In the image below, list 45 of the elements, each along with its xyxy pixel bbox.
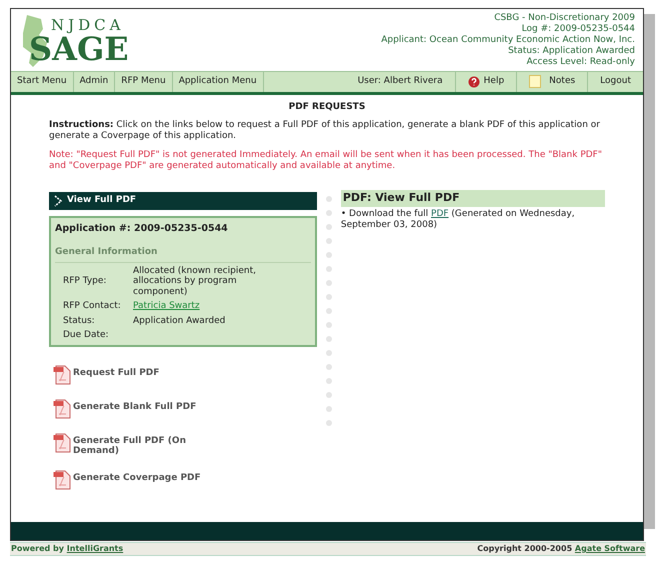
pdf-file-icon xyxy=(53,364,71,385)
user-label: User: Albert Rivera xyxy=(346,72,456,92)
header-info-text: CSBG - Non-Discretionary 2009 xyxy=(494,13,635,24)
logout-button[interactable]: Logout xyxy=(588,72,643,92)
header-info-text: Status: Application Awarded xyxy=(508,46,635,57)
header-info-text: Log #: 2009-05235-0544 xyxy=(522,24,635,35)
notes-button[interactable]: Notes xyxy=(517,72,588,92)
section-subtitle: General Information xyxy=(55,246,312,263)
pdf-action-link[interactable]: Generate Blank Full PDF xyxy=(53,398,203,419)
page-title: PDF REQUESTS xyxy=(288,100,366,114)
header-info-text: Applicant: Ocean Community Economic Action Now, Inc. xyxy=(381,35,635,46)
nav-menu-item[interactable]: RFP Menu xyxy=(115,72,173,92)
nav-menu-item[interactable]: Admin xyxy=(74,72,116,92)
logo-text: SAGE xyxy=(29,32,129,64)
agate-link[interactable]: Agate Software xyxy=(574,544,645,553)
pdf-file-icon xyxy=(53,470,71,490)
help-button[interactable]: Help xyxy=(456,72,518,92)
field-value: Application Awarded xyxy=(133,316,226,326)
header-info-text: Access Level: Read-only xyxy=(526,57,635,68)
field-label: Status: xyxy=(63,316,96,326)
panel-title: PDF: View Full PDF xyxy=(340,190,605,206)
intelligrants-link[interactable]: IntelliGrants xyxy=(66,544,124,553)
download-text: • Download the full PDF (Generated on Wednesday, September 03, 2008) xyxy=(340,208,576,230)
field-label: Due Date: xyxy=(63,330,110,341)
application-title: Application #: 2009-05235-0544 xyxy=(55,222,229,236)
nav-menu-item[interactable]: Start Menu xyxy=(11,72,74,92)
pdf-file-icon xyxy=(53,398,71,419)
powered-by-text: Powered by IntelliGrants xyxy=(11,543,124,555)
pdf-link[interactable]: PDF xyxy=(431,208,449,218)
nav-menu-item[interactable]: Application Menu xyxy=(172,72,264,92)
pdf-file-icon xyxy=(53,432,71,453)
pdf-action-link[interactable]: Generate Coverpage PDF xyxy=(53,470,203,490)
instructions-text: Instructions: Click on the links below to request a Full PDF of this application, generate a blank PDF of this application or generate a Coverpage of this application. xyxy=(49,120,601,142)
field-value: Allocated (known recipient, allocations by program component) xyxy=(133,266,256,297)
pdf-action-link[interactable]: Request Full PDF xyxy=(53,364,203,385)
note-icon xyxy=(529,75,542,88)
section-bar: View Full PDF xyxy=(49,192,318,210)
note-text: Note: "Request Full PDF" is not generated Immediately. An email will be sent when it has been processed. The "Blank PDF" and "Coverpage PDF" are generated automatically and available at anytime. xyxy=(49,150,603,172)
field-label: RFP Contact: xyxy=(63,301,122,312)
copyright-text: Copyright 2000-2005 Agate Software xyxy=(477,543,645,555)
question-icon xyxy=(468,76,480,88)
field-label: RFP Type: xyxy=(63,276,108,287)
pdf-action-link[interactable]: Generate Full PDF (On Demand) xyxy=(53,432,203,456)
chevron-icon xyxy=(53,195,63,207)
logo-top-text: NJDCA xyxy=(50,18,126,32)
